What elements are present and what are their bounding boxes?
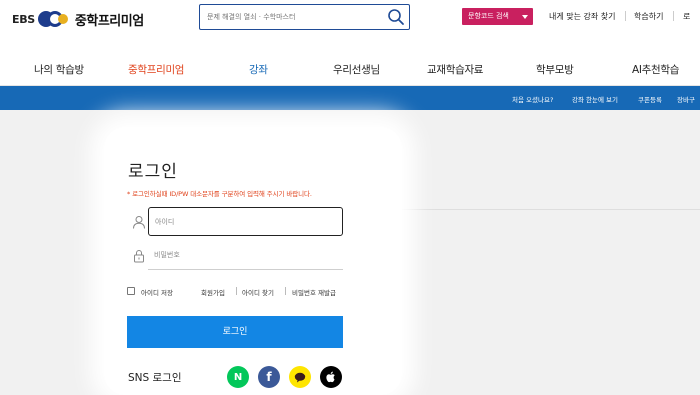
- divider: [285, 287, 286, 295]
- apple-icon[interactable]: [320, 366, 342, 388]
- nav-item-courses[interactable]: 강좌: [249, 62, 268, 77]
- facebook-letter: f: [266, 370, 272, 384]
- logo-ebs-text: EBS: [12, 12, 35, 26]
- login-panel: 로그인 * 로그인하실때 ID/PW 대소문자를 구분하여 입력해 주시기 바랍…: [104, 127, 402, 395]
- login-options: 아이디 저장 회원가입 아이디 찾기 비밀번호 재발급: [127, 285, 343, 299]
- sub-link-coupon[interactable]: 쿠폰등록: [638, 94, 662, 104]
- search-input[interactable]: [200, 5, 380, 29]
- top-link-find-course[interactable]: 내게 맞는 강좌 찾기: [549, 11, 616, 22]
- nav-item-parents[interactable]: 학부모방: [536, 62, 574, 77]
- code-search-button[interactable]: 문항코드 검색: [462, 8, 533, 25]
- remember-id-checkbox[interactable]: [127, 287, 135, 295]
- nav-item-materials[interactable]: 교재학습자료: [427, 62, 483, 77]
- code-search-label: 문항코드 검색: [468, 12, 509, 20]
- search-box: [199, 4, 410, 30]
- divider: [673, 11, 674, 21]
- case-sensitivity-notice: * 로그인하실때 ID/PW 대소문자를 구분하여 입력해 주시기 바랍니다.: [127, 190, 312, 198]
- kakao-icon[interactable]: [289, 366, 311, 388]
- sub-link-first-visit[interactable]: 처음 오셨나요?: [512, 94, 553, 104]
- password-input[interactable]: [148, 241, 343, 270]
- logo-brand-text: 중학프리미엄: [74, 13, 144, 29]
- search-icon[interactable]: [387, 8, 405, 26]
- id-input[interactable]: [148, 207, 343, 236]
- top-link-study[interactable]: 학습하기: [634, 11, 663, 22]
- sns-login-label: SNS 로그인: [128, 372, 182, 384]
- nav-item-my-study[interactable]: 나의 학습방: [34, 62, 84, 77]
- sub-navigation-bar: 처음 오셨나요? 강좌 한눈에 보기 쿠폰등록 장바구: [0, 86, 700, 110]
- divider: [625, 11, 626, 21]
- find-id-link[interactable]: 아이디 찾기: [242, 287, 274, 297]
- facebook-icon[interactable]: f: [258, 366, 280, 388]
- lock-icon: [132, 249, 146, 263]
- chevron-down-icon: [522, 15, 528, 19]
- divider: [236, 287, 237, 295]
- ebs-logo-mark-icon: [37, 10, 72, 28]
- user-icon: [132, 215, 146, 229]
- remember-id-label[interactable]: 아이디 저장: [141, 287, 173, 297]
- site-logo[interactable]: EBS 중학프리미엄: [12, 8, 144, 30]
- signup-link[interactable]: 회원가입: [201, 287, 225, 297]
- sub-link-course-overview[interactable]: 강좌 한눈에 보기: [572, 94, 618, 104]
- nav-item-teachers[interactable]: 우리선생님: [333, 62, 380, 77]
- naver-letter: N: [233, 371, 243, 383]
- id-field-row: [127, 207, 343, 236]
- reset-password-link[interactable]: 비밀번호 재발급: [292, 287, 336, 297]
- sub-link-cart[interactable]: 장바구: [677, 94, 695, 104]
- login-button[interactable]: 로그인: [127, 316, 343, 348]
- naver-icon[interactable]: N: [227, 366, 249, 388]
- login-title: 로그인: [128, 162, 178, 182]
- password-field-row: [127, 241, 343, 270]
- top-header: EBS 중학프리미엄 문항코드 검색 내게 맞는 강좌 찾기 학습하기 로: [0, 0, 700, 40]
- top-link-login[interactable]: 로: [683, 11, 690, 22]
- main-navigation: 나의 학습방 중학프리미엄 강좌 우리선생님 교재학습자료 학부모방 AI추천학…: [0, 40, 700, 86]
- nav-item-ai-recommend[interactable]: AI추천학습: [632, 62, 679, 77]
- nav-item-premium[interactable]: 중학프리미엄: [128, 62, 184, 77]
